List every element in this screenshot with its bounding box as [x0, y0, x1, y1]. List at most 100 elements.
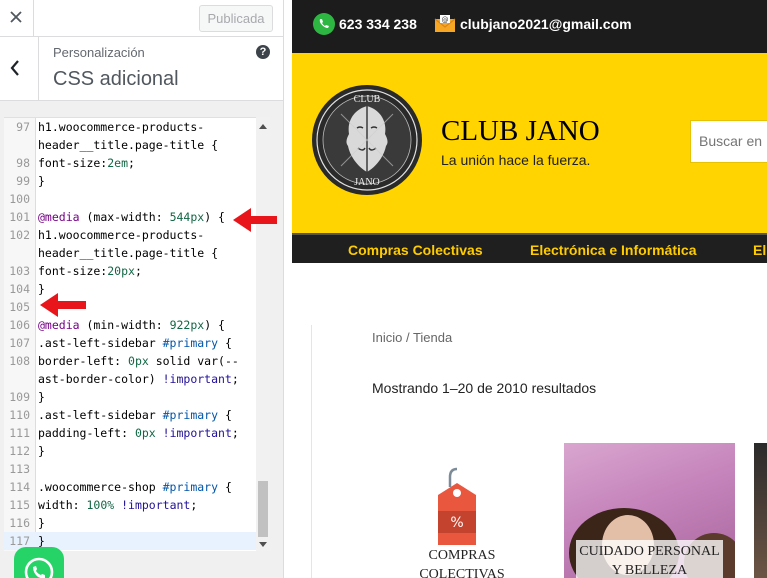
code-line[interactable]: header__title.page-title { [4, 136, 256, 154]
code-line[interactable]: 99} [4, 172, 256, 190]
product-title-line: COMPRAS [428, 548, 496, 563]
logo-text-bottom: JANO [354, 177, 380, 188]
code-line[interactable]: 111 padding-left: 0px !important; [4, 424, 256, 442]
scroll-up-arrow[interactable] [259, 124, 267, 129]
line-number: 109 [9, 390, 30, 404]
line-number: 107 [9, 336, 30, 350]
code-line[interactable]: 107 .ast-left-sidebar #primary { [4, 334, 256, 352]
code-line[interactable]: 102 h1.woocommerce-products- [4, 226, 256, 244]
code-text: } [38, 174, 45, 188]
whatsapp-float-button[interactable] [14, 547, 64, 578]
css-code-editor[interactable]: 97 h1.woocommerce-products-header__title.… [4, 117, 270, 551]
code-line[interactable]: 114 .woocommerce-shop #primary { [4, 478, 256, 496]
line-number: 116 [9, 516, 30, 530]
code-line[interactable]: 101 @media (max-width: 544px) { [4, 208, 256, 226]
customizer-panel: Publicada Personalización CSS adicional … [0, 0, 284, 578]
search-box[interactable] [690, 120, 767, 163]
help-icon[interactable]: ? [256, 45, 270, 59]
content-divider [311, 325, 312, 578]
code-text: .ast-left-sidebar #primary { [38, 336, 232, 350]
code-line[interactable]: 113 [4, 460, 256, 478]
code-line[interactable]: 116} [4, 514, 256, 532]
section-breadcrumb: Personalización [53, 45, 145, 60]
line-number: 103 [9, 264, 30, 278]
code-text: } [38, 516, 45, 530]
line-number: 97 [16, 120, 30, 134]
code-line[interactable]: 103 font-size:20px; [4, 262, 256, 280]
line-number: 98 [16, 156, 30, 170]
code-text: h1.woocommerce-products- [38, 228, 205, 242]
product-card[interactable]: % COMPRAS COLECTIVAS [382, 443, 542, 578]
line-number: 111 [9, 426, 30, 440]
code-text: ast-border-color) !important; [38, 372, 239, 386]
annotation-arrow-left-icon [40, 293, 86, 317]
result-count: Mostrando 1–20 de 2010 resultados [372, 380, 597, 396]
section-title: CSS adicional [53, 68, 179, 90]
chevron-left-icon [10, 60, 19, 76]
close-icon [10, 11, 22, 23]
code-text: border-left: 0px solid var(-- [38, 354, 239, 368]
line-number: 105 [9, 300, 30, 314]
shop-breadcrumb[interactable]: Inicio / Tienda [372, 330, 452, 345]
site-title[interactable]: CLUB JANO [441, 115, 600, 148]
nav-item-electronica[interactable]: Electrónica e Informática [530, 242, 697, 258]
customizer-header: Publicada [0, 0, 283, 37]
code-text: @media (max-width: 544px) { [38, 210, 225, 224]
product-card[interactable] [754, 443, 767, 578]
code-text: @media (min-width: 922px) { [38, 318, 225, 332]
line-number: 101 [9, 210, 30, 224]
code-line[interactable]: ast-border-color) !important; [4, 370, 256, 388]
code-line[interactable]: 100 [4, 190, 256, 208]
contact-topbar: 623 334 238 @ clubjano2021@gmail.com [292, 0, 767, 53]
publish-button[interactable]: Publicada [199, 5, 273, 32]
search-input[interactable] [699, 133, 767, 149]
product-title-line: COLECTIVAS [419, 567, 505, 578]
code-text: header__title.page-title { [38, 246, 219, 260]
line-number: 113 [9, 462, 30, 476]
code-line[interactable]: 106 @media (min-width: 922px) { [4, 316, 256, 334]
code-text: width: 100% !important; [38, 498, 198, 512]
scrollbar-thumb[interactable] [258, 481, 268, 537]
line-number: 112 [9, 444, 30, 458]
line-number: 104 [9, 282, 30, 296]
email-address[interactable]: clubjano2021@gmail.com [460, 16, 632, 32]
code-line[interactable]: 115 width: 100% !important; [4, 496, 256, 514]
nav-item-compras-colectivas[interactable]: Compras Colectivas [348, 242, 483, 258]
main-navigation: Compras Colectivas Electrónica e Informá… [292, 233, 767, 263]
logo-text-top: CLUB [354, 94, 381, 105]
phone-number[interactable]: 623 334 238 [339, 16, 417, 32]
code-line[interactable]: header__title.page-title { [4, 244, 256, 262]
code-line[interactable]: 109} [4, 388, 256, 406]
scroll-down-arrow[interactable] [259, 542, 267, 547]
line-number: 99 [16, 174, 30, 188]
whatsapp-icon [24, 557, 54, 578]
product-title-line: Y BELLEZA [611, 563, 688, 578]
code-line[interactable]: 112} [4, 442, 256, 460]
code-text: } [38, 444, 45, 458]
svg-text:@: @ [442, 16, 449, 24]
code-text: header__title.page-title { [38, 138, 219, 152]
code-line[interactable]: 97 h1.woocommerce-products- [4, 118, 256, 136]
nav-item-next[interactable]: El [753, 242, 766, 258]
code-line[interactable]: 110 .ast-left-sidebar #primary { [4, 406, 256, 424]
product-title[interactable]: COMPRAS COLECTIVAS [382, 546, 542, 578]
close-button[interactable] [0, 0, 34, 37]
club-jano-logo[interactable]: CLUB JANO [311, 84, 423, 196]
code-text: .ast-left-sidebar #primary { [38, 408, 232, 422]
site-preview: 623 334 238 @ clubjano2021@gmail.com CLU… [292, 0, 767, 578]
section-header: Personalización CSS adicional ? [0, 37, 283, 101]
line-number: 106 [9, 318, 30, 332]
code-line[interactable]: 98 font-size:2em; [4, 154, 256, 172]
back-button[interactable] [0, 37, 39, 101]
whatsapp-icon[interactable] [313, 13, 335, 35]
code-line[interactable]: 108 border-left: 0px solid var(-- [4, 352, 256, 370]
product-title[interactable]: CUIDADO PERSONAL Y BELLEZA [576, 540, 723, 578]
line-number: 114 [9, 480, 30, 494]
code-text: } [38, 390, 45, 404]
site-header: CLUB JANO CLUB JANO La unión hace la fue… [292, 53, 767, 233]
product-title-line: CUIDADO PERSONAL [579, 544, 720, 559]
line-number: 110 [9, 408, 30, 422]
line-number: 108 [9, 354, 30, 368]
product-card[interactable]: CUIDADO PERSONAL Y BELLEZA [564, 443, 735, 578]
code-text: font-size:20px; [38, 264, 142, 278]
